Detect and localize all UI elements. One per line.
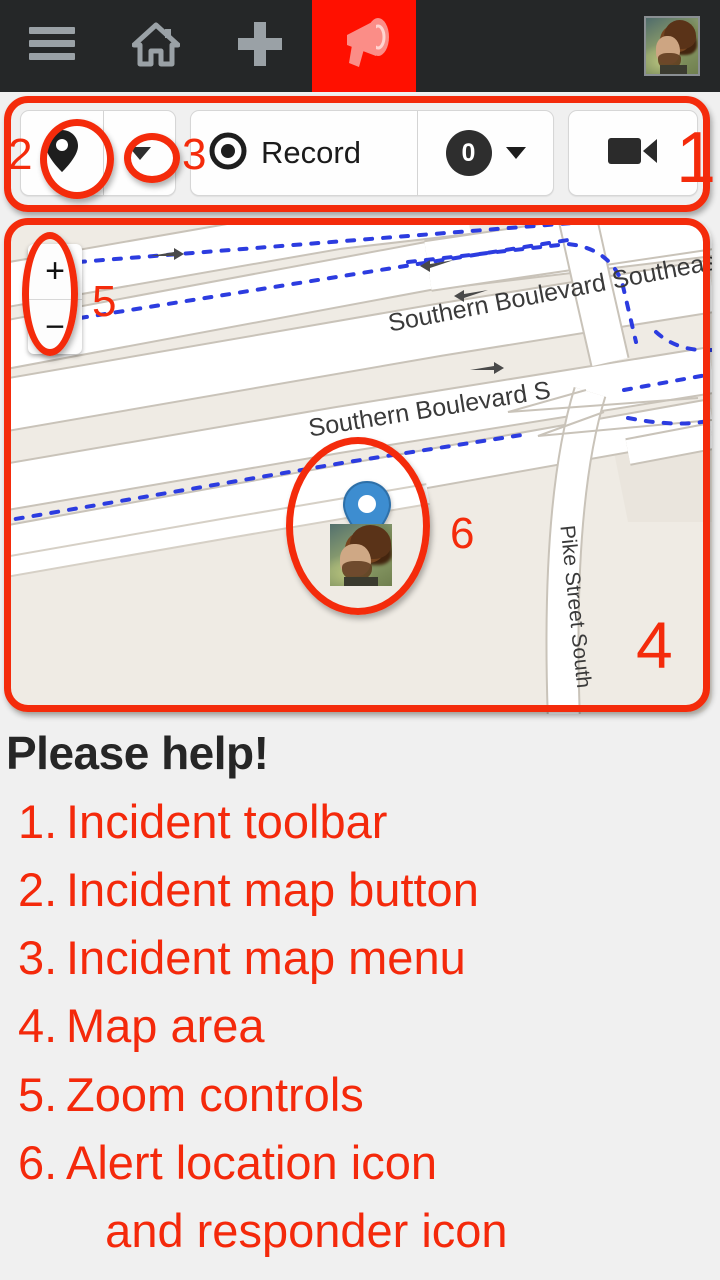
legend-item-label: Zoom controls <box>66 1067 364 1121</box>
legend-item-label: and responder icon <box>66 1203 508 1257</box>
alert-button[interactable] <box>312 0 416 92</box>
legend-item: 3. Incident map menu <box>4 924 716 992</box>
legend-item-label: Incident toolbar <box>66 795 388 848</box>
legend-item-number: 5. <box>18 1067 58 1121</box>
legend-item: 2. Incident map button <box>4 856 716 924</box>
legend-item-label: Map area <box>66 999 265 1053</box>
map-area[interactable]: Southern Boulevard Southeast Southern Bo… <box>8 222 712 714</box>
hamburger-menu-icon <box>29 25 75 68</box>
home-icon <box>131 20 181 73</box>
zoom-in-button[interactable]: + <box>28 244 82 300</box>
incident-toolbar-region: Record 0 <box>0 92 720 214</box>
legend-item-label: Alert location icon <box>66 1135 437 1189</box>
legend-item: 1. Incident toolbar <box>4 788 716 856</box>
legend-item: 5. Zoom controls <box>4 1061 716 1129</box>
zoom-controls[interactable]: + − <box>28 244 82 354</box>
video-button[interactable] <box>568 110 698 196</box>
legend-item: 6. Alert location icon <box>4 1129 716 1197</box>
map-pin-icon <box>45 129 79 178</box>
legend-item-number <box>4 1197 66 1265</box>
legend-item-number: 6. <box>18 1135 58 1189</box>
zoom-out-button[interactable]: − <box>28 300 82 355</box>
legend-section: Please help! 1. Incident toolbar 2. Inci… <box>0 722 720 1280</box>
legend-item-label: Incident map menu <box>66 931 466 985</box>
legend-item-number: 2. <box>18 863 58 917</box>
legend-item-number: 3. <box>18 931 58 985</box>
avatar <box>644 16 700 76</box>
legend-item-number: 1. <box>18 795 58 848</box>
legend-list: 1. Incident toolbar 2. Incident map butt… <box>4 788 716 1265</box>
add-button[interactable] <box>208 0 312 92</box>
incident-map-menu-button[interactable] <box>104 110 176 196</box>
map-canvas: Southern Boulevard Southeast Southern Bo… <box>8 222 712 714</box>
record-dot-icon <box>209 132 247 175</box>
legend-item-label: Incident map button <box>66 863 479 917</box>
record-button-label: Record <box>261 135 361 170</box>
legend-title: Please help! <box>6 727 269 779</box>
plus-icon <box>237 21 283 72</box>
responder-icon[interactable] <box>330 524 392 586</box>
legend-item: 4. Map area <box>4 992 716 1060</box>
map-region: Southern Boulevard Southeast Southern Bo… <box>0 214 720 722</box>
top-navigation-bar <box>0 0 720 92</box>
record-button-group: Record 0 <box>190 110 554 196</box>
legend-item-number: 4. <box>18 999 58 1053</box>
megaphone-alert-icon <box>335 15 393 78</box>
record-count-badge: 0 <box>445 130 492 176</box>
legend-item: and responder icon <box>4 1197 716 1265</box>
record-count-menu-button[interactable]: 0 <box>418 110 554 196</box>
chevron-down-icon <box>505 147 526 159</box>
home-button[interactable] <box>104 0 208 92</box>
user-avatar-button[interactable] <box>624 0 720 92</box>
app-root: Record 0 Southern Boulevard Southea Sout… <box>0 0 720 1280</box>
incident-map-button[interactable] <box>20 110 104 196</box>
video-camera-icon <box>607 134 659 173</box>
incident-map-button-group <box>20 110 176 196</box>
incident-toolbar: Record 0 <box>20 110 698 196</box>
chevron-down-icon <box>128 146 151 160</box>
hamburger-menu-button[interactable] <box>0 0 104 92</box>
record-button[interactable]: Record <box>190 110 418 196</box>
